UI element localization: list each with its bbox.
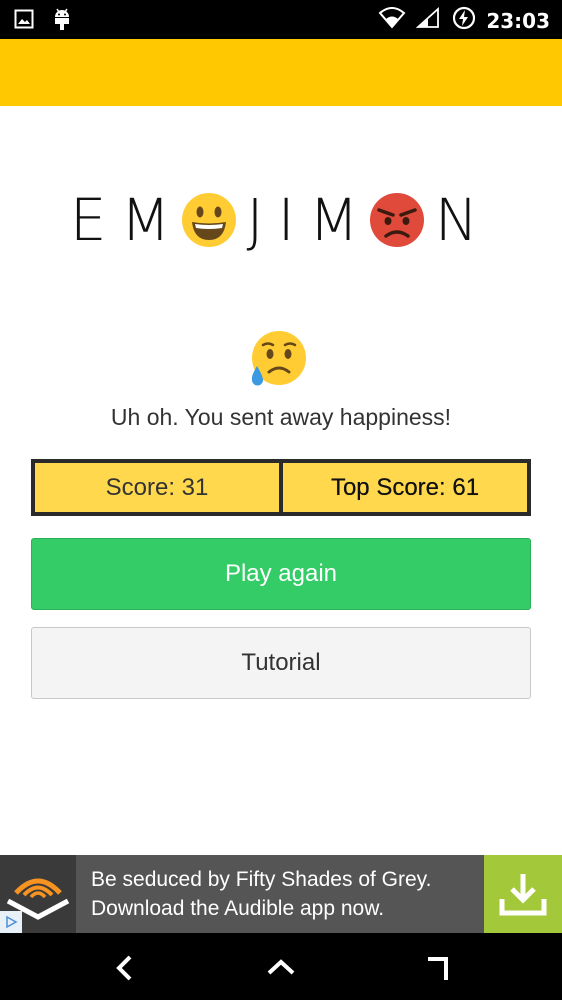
- ad-line-1: Be seduced by Fifty Shades of Grey.: [91, 868, 432, 891]
- navigation-bar: [0, 933, 562, 1000]
- result-message: Uh oh. You sent away happiness!: [110, 404, 452, 430]
- home-icon[interactable]: [266, 953, 296, 983]
- android-icon: [52, 7, 72, 36]
- app-logo: EM JIM N: [0, 186, 562, 254]
- current-score: Score: 31: [35, 463, 279, 512]
- status-bar: 23:03: [0, 0, 562, 39]
- disappointed-relieved-face-icon: [251, 331, 306, 386]
- signal-icon: [415, 6, 442, 34]
- image-icon: [14, 9, 34, 34]
- score-panel: Score: 31 Top Score: 61: [31, 459, 531, 516]
- back-icon[interactable]: [110, 953, 140, 983]
- logo-text-part-3: N: [434, 186, 493, 254]
- ad-banner[interactable]: Be seduced by Fifty Shades of Grey. Down…: [0, 855, 562, 933]
- download-button[interactable]: [484, 855, 562, 933]
- logo-text-part-1: EM: [69, 186, 185, 254]
- wifi-icon: [378, 7, 406, 34]
- download-icon: [499, 874, 547, 916]
- grinning-face-icon: [181, 193, 236, 247]
- angry-face-icon: [369, 193, 424, 247]
- logo-text-part-2: JIM: [246, 186, 373, 254]
- battery-charging-icon: [452, 6, 476, 35]
- ad-text[interactable]: Be seduced by Fifty Shades of Grey. Down…: [91, 865, 481, 923]
- play-again-button[interactable]: Play again: [31, 538, 531, 610]
- top-score: Top Score: 61: [283, 463, 527, 512]
- clock: 23:03: [486, 8, 550, 33]
- ad-line-2: Download the Audible app now.: [91, 897, 385, 920]
- adchoices-icon[interactable]: [0, 911, 22, 933]
- recents-icon[interactable]: [424, 953, 454, 983]
- header-band: [0, 39, 562, 106]
- tutorial-button[interactable]: Tutorial: [31, 627, 531, 699]
